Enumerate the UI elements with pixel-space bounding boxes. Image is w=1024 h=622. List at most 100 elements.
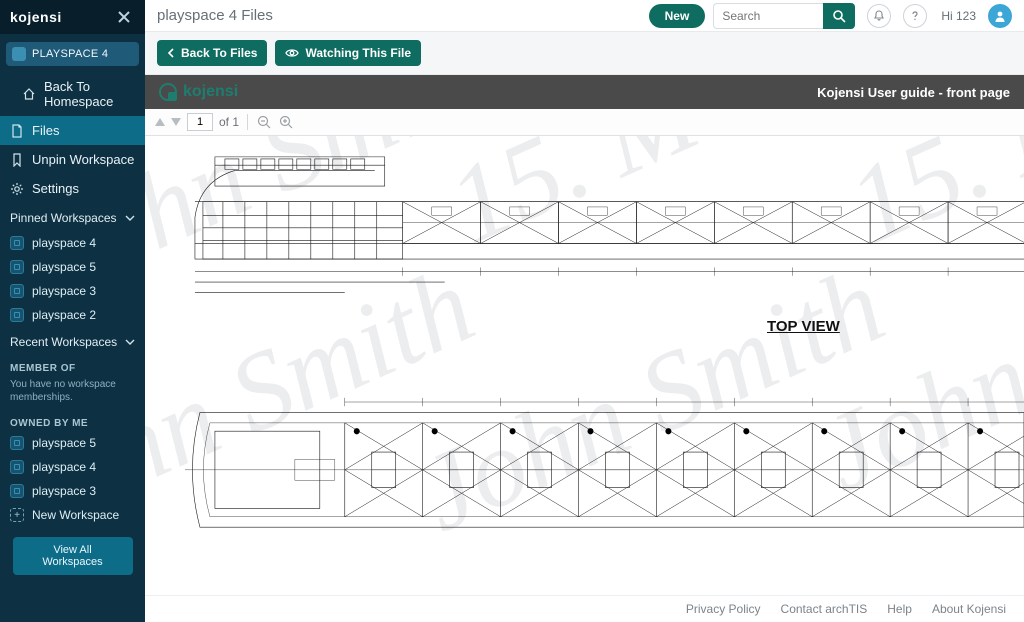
sidebar-item-label: Back To Homespace	[44, 79, 135, 109]
owned-by-me-heading: OWNED BY ME	[0, 410, 145, 431]
workspace-item[interactable]: playspace 4	[0, 231, 145, 255]
document-title: Kojensi User guide - front page	[817, 85, 1010, 100]
next-page-button[interactable]	[171, 118, 181, 126]
zoom-out-icon	[257, 115, 271, 129]
pinned-workspaces-list: playspace 4 playspace 5 playspace 3 playspa…	[0, 231, 145, 327]
workspace-item[interactable]: playspace 5	[0, 431, 145, 455]
owned-workspaces-list: playspace 5 playspace 4 playspace 3	[0, 431, 145, 503]
pinned-section-toggle[interactable]: Pinned Workspaces	[0, 203, 145, 231]
search	[713, 3, 855, 29]
brand-logo: kojensi	[10, 9, 62, 25]
prev-page-button[interactable]	[155, 118, 165, 126]
workspace-icon	[12, 47, 26, 61]
member-of-heading: MEMBER OF	[0, 355, 145, 376]
viewer-brand: kojensi	[159, 83, 238, 101]
plus-icon: +	[10, 508, 24, 522]
chevron-down-icon	[125, 337, 135, 347]
new-button-label: New	[665, 9, 690, 23]
workspace-label: playspace 5	[32, 436, 96, 450]
file-icon	[10, 124, 24, 138]
user-avatar[interactable]	[988, 4, 1012, 28]
notifications-button[interactable]	[867, 4, 891, 28]
chevron-left-icon	[167, 48, 175, 58]
footer-privacy[interactable]: Privacy Policy	[686, 602, 761, 616]
page-total: of 1	[219, 115, 239, 129]
workspace-item[interactable]: playspace 4	[0, 455, 145, 479]
help-button[interactable]	[903, 4, 927, 28]
zoom-in-button[interactable]	[278, 114, 294, 130]
sidebar-item-files[interactable]: Files	[0, 116, 145, 145]
home-icon	[22, 87, 36, 101]
current-workspace-chip[interactable]: PLAYSPACE 4	[6, 42, 139, 66]
viewer-controls: of 1	[145, 109, 1024, 136]
brand-glyph-icon	[159, 83, 177, 101]
chevron-down-icon	[125, 213, 135, 223]
search-icon	[832, 9, 846, 23]
page-title: playspace 4 Files	[157, 7, 641, 24]
sidebar-close-button[interactable]	[113, 6, 135, 28]
workspace-item[interactable]: playspace 5	[0, 255, 145, 279]
person-icon	[993, 9, 1007, 23]
recent-section-label: Recent Workspaces	[10, 335, 117, 349]
back-to-files-button[interactable]: Back To Files	[157, 40, 267, 66]
document-canvas[interactable]: John Smith 15. M 15. M John Smith John S…	[145, 136, 1024, 595]
sidebar-item-settings[interactable]: Settings	[0, 174, 145, 203]
workspace-label: playspace 2	[32, 308, 96, 322]
pinned-section-label: Pinned Workspaces	[10, 211, 117, 225]
zoom-out-button[interactable]	[256, 114, 272, 130]
new-workspace-item[interactable]: + New Workspace	[0, 503, 145, 527]
sidebar: kojensi PLAYSPACE 4 Back To Homespace Fi…	[0, 0, 145, 622]
document-viewer: kojensi Kojensi User guide - front page …	[145, 75, 1024, 595]
search-button[interactable]	[823, 3, 855, 29]
workspace-item[interactable]: playspace 2	[0, 303, 145, 327]
close-icon	[117, 10, 131, 24]
file-toolbar: Back To Files Watching This File	[145, 32, 1024, 75]
back-to-files-label: Back To Files	[181, 46, 257, 60]
workspace-label: playspace 3	[32, 284, 96, 298]
workspace-icon	[10, 284, 24, 298]
workspace-label: playspace 4	[32, 236, 96, 250]
workspace-label: playspace 5	[32, 260, 96, 274]
divider	[247, 114, 248, 130]
current-workspace-label: PLAYSPACE 4	[32, 48, 108, 60]
main-panel: playspace 4 Files New Hi 123 Bac	[145, 0, 1024, 622]
workspace-icon	[10, 436, 24, 450]
workspace-label: playspace 3	[32, 484, 96, 498]
sidebar-header: kojensi	[0, 0, 145, 34]
new-workspace-label: New Workspace	[32, 508, 119, 522]
new-button[interactable]: New	[649, 4, 706, 28]
footer: Privacy Policy Contact archTIS Help Abou…	[145, 595, 1024, 622]
topbar: playspace 4 Files New Hi 123	[145, 0, 1024, 32]
sidebar-item-label: Settings	[32, 181, 79, 196]
workspace-label: playspace 4	[32, 460, 96, 474]
view-all-workspaces-button[interactable]: View All Workspaces	[13, 537, 133, 575]
eye-icon	[285, 48, 299, 58]
footer-help[interactable]: Help	[887, 602, 912, 616]
member-of-note: You have no workspace memberships.	[0, 376, 145, 410]
watching-label: Watching This File	[305, 46, 411, 60]
page-input[interactable]	[187, 113, 213, 131]
search-input[interactable]	[713, 3, 823, 29]
watching-file-button[interactable]: Watching This File	[275, 40, 421, 66]
blueprint-drawing	[145, 136, 1024, 595]
workspace-item[interactable]: playspace 3	[0, 279, 145, 303]
sidebar-item-back-home[interactable]: Back To Homespace	[0, 72, 145, 116]
viewer-brand-text: kojensi	[183, 83, 238, 101]
bookmark-icon	[10, 153, 24, 167]
sidebar-item-unpin[interactable]: Unpin Workspace	[0, 145, 145, 174]
footer-contact[interactable]: Contact archTIS	[781, 602, 868, 616]
chevron-left-icon	[6, 89, 14, 99]
question-icon	[909, 10, 921, 22]
bell-icon	[873, 10, 885, 22]
workspace-icon	[10, 236, 24, 250]
sidebar-item-label: Files	[32, 123, 59, 138]
workspace-item[interactable]: playspace 3	[0, 479, 145, 503]
gear-icon	[10, 182, 24, 196]
workspace-icon	[10, 484, 24, 498]
workspace-icon	[10, 308, 24, 322]
recent-section-toggle[interactable]: Recent Workspaces	[0, 327, 145, 355]
zoom-in-icon	[279, 115, 293, 129]
workspace-icon	[10, 260, 24, 274]
footer-about[interactable]: About Kojensi	[932, 602, 1006, 616]
user-greeting: Hi 123	[941, 9, 976, 23]
